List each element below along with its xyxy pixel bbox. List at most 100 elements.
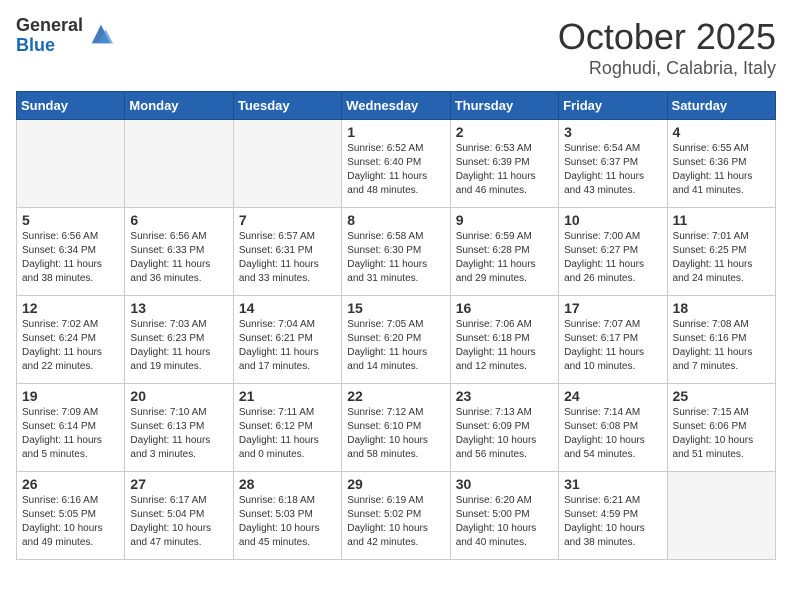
day-number: 26 (22, 476, 119, 492)
day-number: 1 (347, 124, 444, 140)
calendar-cell: 6 Sunrise: 6:56 AMSunset: 6:33 PMDaylight… (125, 208, 233, 296)
day-info: Sunrise: 7:00 AMSunset: 6:27 PMDaylight:… (564, 230, 661, 286)
day-number: 9 (456, 212, 553, 228)
calendar-cell: 23 Sunrise: 7:13 AMSunset: 6:09 PMDayligh… (450, 384, 558, 472)
day-number: 23 (456, 388, 553, 404)
calendar-cell (17, 120, 125, 208)
calendar-cell (125, 120, 233, 208)
day-info: Sunrise: 7:10 AMSunset: 6:13 PMDaylight:… (130, 406, 227, 462)
day-number: 12 (22, 300, 119, 316)
calendar-cell: 4 Sunrise: 6:55 AMSunset: 6:36 PMDaylight… (667, 120, 775, 208)
day-info: Sunrise: 6:16 AMSunset: 5:05 PMDaylight:… (22, 494, 119, 550)
day-number: 4 (673, 124, 770, 140)
weekday-header-saturday: Saturday (667, 92, 775, 120)
calendar-cell: 19 Sunrise: 7:09 AMSunset: 6:14 PMDayligh… (17, 384, 125, 472)
calendar-cell: 10 Sunrise: 7:00 AMSunset: 6:27 PMDayligh… (559, 208, 667, 296)
calendar-cell: 18 Sunrise: 7:08 AMSunset: 6:16 PMDayligh… (667, 296, 775, 384)
day-info: Sunrise: 7:13 AMSunset: 6:09 PMDaylight:… (456, 406, 553, 462)
day-info: Sunrise: 7:05 AMSunset: 6:20 PMDaylight:… (347, 318, 444, 374)
calendar-cell: 8 Sunrise: 6:58 AMSunset: 6:30 PMDaylight… (342, 208, 450, 296)
day-number: 8 (347, 212, 444, 228)
day-info: Sunrise: 6:18 AMSunset: 5:03 PMDaylight:… (239, 494, 336, 550)
day-number: 19 (22, 388, 119, 404)
week-row-5: 26 Sunrise: 6:16 AMSunset: 5:05 PMDayligh… (17, 472, 776, 560)
calendar-cell (667, 472, 775, 560)
calendar-cell: 2 Sunrise: 6:53 AMSunset: 6:39 PMDaylight… (450, 120, 558, 208)
logo-general: General (16, 16, 83, 36)
calendar-cell: 24 Sunrise: 7:14 AMSunset: 6:08 PMDayligh… (559, 384, 667, 472)
weekday-header-monday: Monday (125, 92, 233, 120)
day-info: Sunrise: 6:56 AMSunset: 6:34 PMDaylight:… (22, 230, 119, 286)
logo: General Blue (16, 16, 115, 56)
day-number: 6 (130, 212, 227, 228)
calendar-cell: 17 Sunrise: 7:07 AMSunset: 6:17 PMDayligh… (559, 296, 667, 384)
month-title: October 2025 (558, 16, 776, 58)
day-info: Sunrise: 6:55 AMSunset: 6:36 PMDaylight:… (673, 142, 770, 198)
day-info: Sunrise: 7:06 AMSunset: 6:18 PMDaylight:… (456, 318, 553, 374)
day-info: Sunrise: 7:09 AMSunset: 6:14 PMDaylight:… (22, 406, 119, 462)
day-number: 16 (456, 300, 553, 316)
day-number: 21 (239, 388, 336, 404)
calendar-cell: 29 Sunrise: 6:19 AMSunset: 5:02 PMDayligh… (342, 472, 450, 560)
day-number: 24 (564, 388, 661, 404)
day-number: 3 (564, 124, 661, 140)
day-number: 11 (673, 212, 770, 228)
day-info: Sunrise: 6:19 AMSunset: 5:02 PMDaylight:… (347, 494, 444, 550)
logo-blue: Blue (16, 36, 83, 56)
day-info: Sunrise: 7:14 AMSunset: 6:08 PMDaylight:… (564, 406, 661, 462)
day-number: 20 (130, 388, 227, 404)
weekday-header-thursday: Thursday (450, 92, 558, 120)
week-row-3: 12Sunrise: 7:02 AMSunset: 6:24 PMDayligh… (17, 296, 776, 384)
day-info: Sunrise: 7:12 AMSunset: 6:10 PMDaylight:… (347, 406, 444, 462)
day-number: 7 (239, 212, 336, 228)
calendar-cell (233, 120, 341, 208)
day-number: 30 (456, 476, 553, 492)
calendar-cell: 31 Sunrise: 6:21 AMSunset: 4:59 PMDayligh… (559, 472, 667, 560)
day-number: 22 (347, 388, 444, 404)
weekday-header-sunday: Sunday (17, 92, 125, 120)
day-number: 27 (130, 476, 227, 492)
calendar-cell: 12Sunrise: 7:02 AMSunset: 6:24 PMDayligh… (17, 296, 125, 384)
day-info: Sunrise: 7:11 AMSunset: 6:12 PMDaylight:… (239, 406, 336, 462)
page-header: General Blue October 2025 Roghudi, Calab… (16, 16, 776, 79)
calendar-cell: 1 Sunrise: 6:52 AMSunset: 6:40 PMDaylight… (342, 120, 450, 208)
day-number: 29 (347, 476, 444, 492)
day-info: Sunrise: 6:52 AMSunset: 6:40 PMDaylight:… (347, 142, 444, 198)
calendar-cell: 3Sunrise: 6:54 AMSunset: 6:37 PMDaylight… (559, 120, 667, 208)
day-info: Sunrise: 6:20 AMSunset: 5:00 PMDaylight:… (456, 494, 553, 550)
day-info: Sunrise: 7:15 AMSunset: 6:06 PMDaylight:… (673, 406, 770, 462)
day-number: 18 (673, 300, 770, 316)
calendar-cell: 20 Sunrise: 7:10 AMSunset: 6:13 PMDayligh… (125, 384, 233, 472)
day-info: Sunrise: 7:01 AMSunset: 6:25 PMDaylight:… (673, 230, 770, 286)
day-number: 17 (564, 300, 661, 316)
day-info: Sunrise: 7:04 AMSunset: 6:21 PMDaylight:… (239, 318, 336, 374)
day-number: 15 (347, 300, 444, 316)
day-number: 28 (239, 476, 336, 492)
title-block: October 2025 Roghudi, Calabria, Italy (558, 16, 776, 79)
day-info: Sunrise: 6:58 AMSunset: 6:30 PMDaylight:… (347, 230, 444, 286)
day-info: Sunrise: 6:17 AMSunset: 5:04 PMDaylight:… (130, 494, 227, 550)
day-info: Sunrise: 6:59 AMSunset: 6:28 PMDaylight:… (456, 230, 553, 286)
week-row-2: 5Sunrise: 6:56 AMSunset: 6:34 PMDaylight… (17, 208, 776, 296)
calendar-cell: 7Sunrise: 6:57 AMSunset: 6:31 PMDaylight… (233, 208, 341, 296)
day-info: Sunrise: 7:03 AMSunset: 6:23 PMDaylight:… (130, 318, 227, 374)
day-number: 31 (564, 476, 661, 492)
calendar-cell: 21 Sunrise: 7:11 AMSunset: 6:12 PMDayligh… (233, 384, 341, 472)
day-number: 25 (673, 388, 770, 404)
day-info: Sunrise: 6:53 AMSunset: 6:39 PMDaylight:… (456, 142, 553, 198)
day-number: 2 (456, 124, 553, 140)
calendar-cell: 13 Sunrise: 7:03 AMSunset: 6:23 PMDayligh… (125, 296, 233, 384)
logo-text: General Blue (16, 16, 83, 56)
day-info: Sunrise: 7:07 AMSunset: 6:17 PMDaylight:… (564, 318, 661, 374)
day-number: 10 (564, 212, 661, 228)
weekday-header-wednesday: Wednesday (342, 92, 450, 120)
day-number: 13 (130, 300, 227, 316)
week-row-4: 19 Sunrise: 7:09 AMSunset: 6:14 PMDayligh… (17, 384, 776, 472)
day-info: Sunrise: 7:08 AMSunset: 6:16 PMDaylight:… (673, 318, 770, 374)
calendar-cell: 30 Sunrise: 6:20 AMSunset: 5:00 PMDayligh… (450, 472, 558, 560)
calendar-cell: 14 Sunrise: 7:04 AMSunset: 6:21 PMDayligh… (233, 296, 341, 384)
week-row-1: 1 Sunrise: 6:52 AMSunset: 6:40 PMDaylight… (17, 120, 776, 208)
day-info: Sunrise: 6:56 AMSunset: 6:33 PMDaylight:… (130, 230, 227, 286)
day-info: Sunrise: 6:21 AMSunset: 4:59 PMDaylight:… (564, 494, 661, 550)
day-number: 14 (239, 300, 336, 316)
